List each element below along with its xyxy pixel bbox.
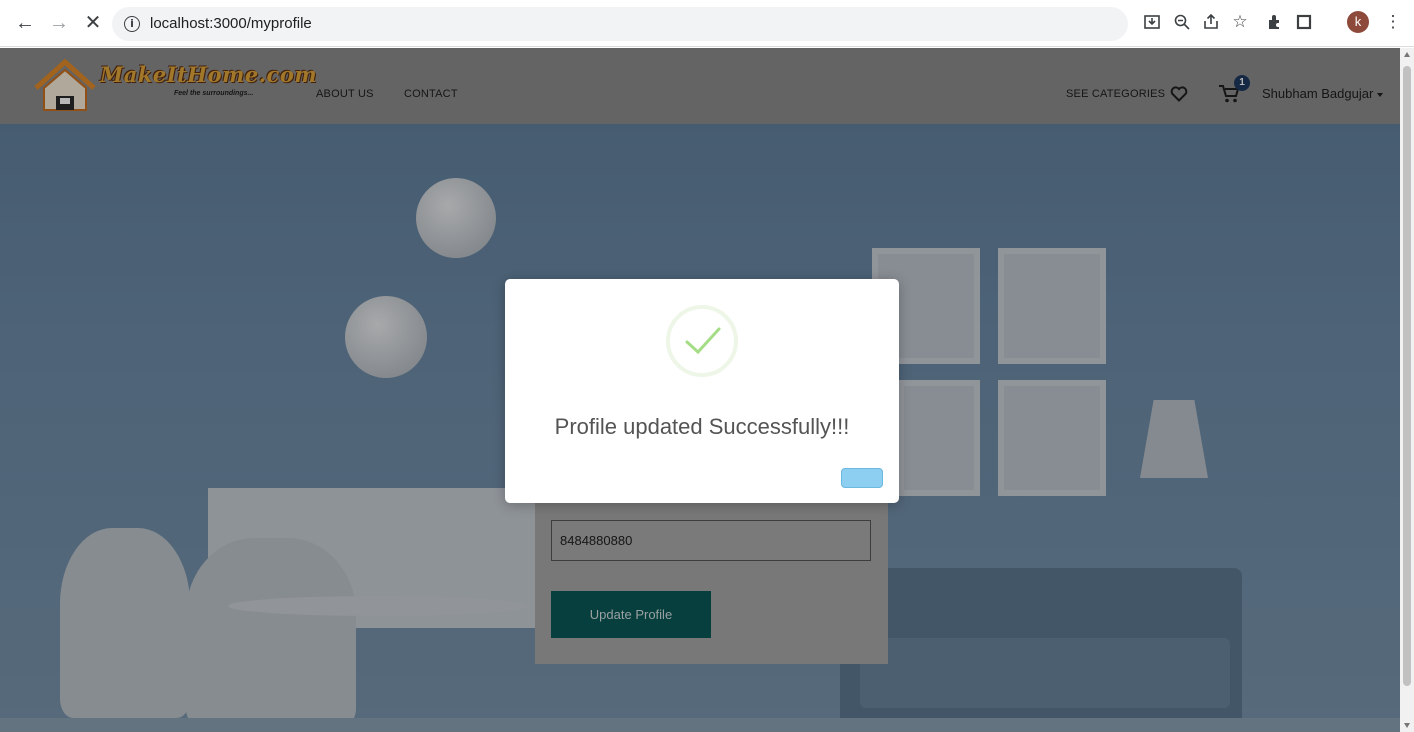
stop-loading-icon[interactable]: ✕: [82, 12, 104, 34]
site-info-icon[interactable]: i: [124, 16, 140, 32]
bookmark-star-icon[interactable]: ☆: [1229, 11, 1251, 33]
zoom-icon[interactable]: [1171, 11, 1193, 33]
page-scrollbar[interactable]: [1400, 48, 1414, 732]
address-bar[interactable]: i localhost:3000/myprofile: [112, 7, 1128, 41]
scroll-thumb[interactable]: [1403, 66, 1411, 686]
browser-toolbar: ← → ✕ i localhost:3000/myprofile ☆ k ⋮: [0, 0, 1414, 47]
extensions-icon[interactable]: [1264, 11, 1286, 33]
dialog-title: Profile updated Successfully!!!: [554, 414, 850, 439]
forward-icon[interactable]: →: [48, 12, 70, 34]
share-icon[interactable]: [1200, 11, 1222, 33]
install-app-icon[interactable]: [1141, 11, 1163, 33]
browser-menu-icon[interactable]: ⋮: [1382, 11, 1404, 33]
profile-avatar[interactable]: k: [1347, 11, 1369, 33]
success-check-icon: [666, 305, 738, 377]
url-text[interactable]: localhost:3000/myprofile: [150, 15, 312, 32]
scroll-down-icon[interactable]: [1404, 723, 1410, 728]
ok-button[interactable]: [841, 468, 883, 488]
side-panel-icon[interactable]: [1293, 11, 1315, 33]
success-dialog: Profile updated Successfully!!!: [505, 279, 899, 503]
scroll-up-icon[interactable]: [1404, 52, 1410, 57]
page-content: MakeItHome.com Feel the surroundings... …: [0, 48, 1400, 732]
back-icon[interactable]: ←: [14, 12, 36, 34]
